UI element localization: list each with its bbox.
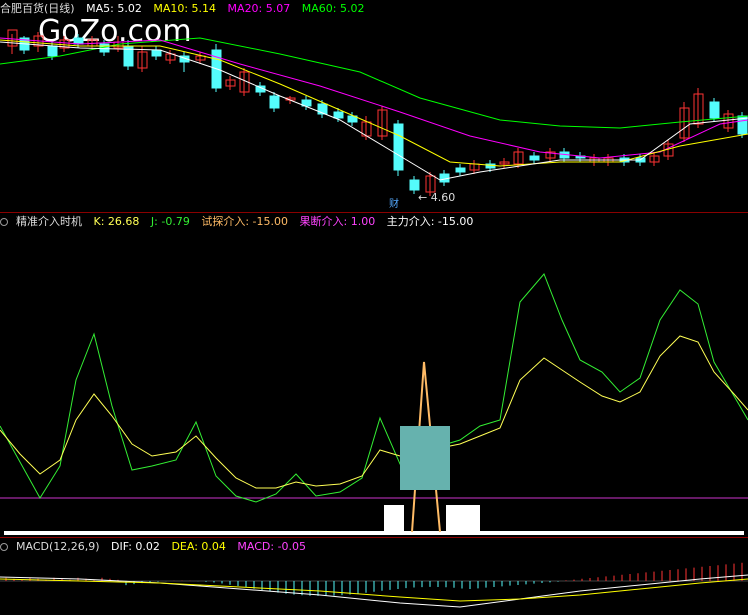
k-line (0, 335, 748, 489)
candle-body (73, 37, 84, 45)
candle-body (269, 95, 280, 109)
ma60-label: MA60: (301, 2, 337, 15)
ma20-legend: MA20: 5.07 (228, 2, 291, 15)
low-price-label: 4.60 (430, 191, 456, 204)
k-value: K: 26.68 (93, 215, 140, 228)
ma20-value: 5.07 (265, 2, 291, 15)
trial-entry-bar (446, 505, 480, 533)
candle-body (709, 101, 720, 119)
candle-body (455, 167, 466, 173)
main-entry-value: 主力介入: -15.00 (386, 215, 474, 228)
decisive-entry-value: 果断介入: 1.00 (299, 215, 376, 228)
entry-signal-box (400, 426, 450, 490)
candle-body (47, 45, 58, 57)
ma20-label: MA20: (227, 2, 263, 15)
main-entry-bar (4, 531, 744, 535)
candle-body (393, 123, 404, 171)
candle-body (529, 155, 540, 161)
ma10-value: 5.14 (191, 2, 217, 15)
j-line (0, 273, 748, 503)
panel-divider-2 (0, 537, 748, 538)
dif-value: DIF: 0.02 (111, 540, 160, 553)
macd-header: MACD(12,26,9) DIF: 0.02 DEA: 0.04 MACD: … (0, 540, 314, 554)
macd-chart[interactable] (0, 555, 748, 615)
dea-value: DEA: 0.04 (171, 540, 226, 553)
ma60-value: 5.02 (339, 2, 365, 15)
indicator-toggle-icon[interactable] (0, 218, 8, 226)
macd-title: MACD(12,26,9) (16, 540, 100, 553)
candle-body (151, 49, 162, 57)
macd-value: MACD: -0.05 (237, 540, 307, 553)
trial-entry-value: 试探介入: -15.00 (201, 215, 289, 228)
macd-toggle-icon[interactable] (0, 543, 8, 551)
candle-body (409, 179, 420, 191)
low-price-annotation: ← 4.60 (418, 191, 456, 204)
panel-divider-1 (0, 212, 748, 213)
trial-entry-bar (384, 505, 404, 533)
finance-event-marker[interactable]: 财 (389, 198, 399, 212)
indicator-header: 精准介入时机 K: 26.68 J: -0.79 试探介入: -15.00 果断… (0, 215, 481, 229)
indicator-title: 精准介入时机 (16, 215, 82, 228)
j-value: J: -0.79 (150, 215, 190, 228)
indicator-chart[interactable] (0, 230, 748, 536)
ma10-line (0, 39, 748, 167)
candle-body (333, 111, 344, 119)
ma60-legend: MA60: 5.02 (302, 2, 365, 15)
ma60-line (0, 37, 748, 129)
price-chart[interactable] (0, 16, 748, 212)
